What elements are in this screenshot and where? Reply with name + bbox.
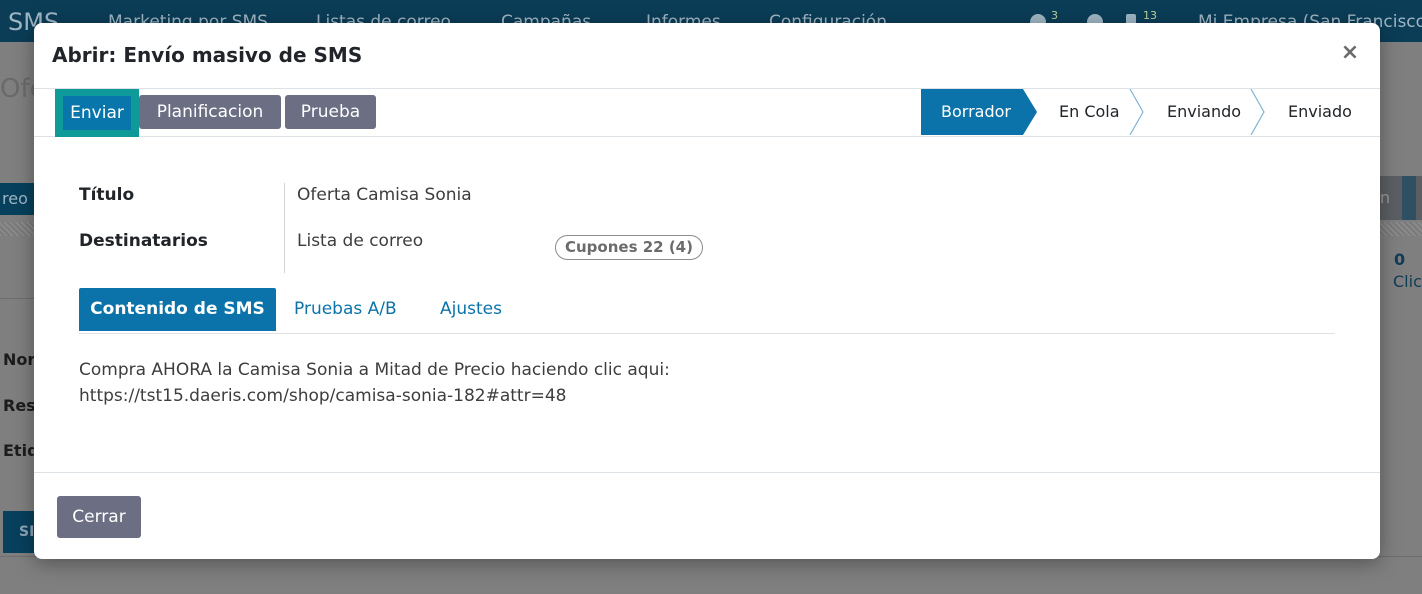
background-field-responsible: Res	[3, 396, 36, 415]
dialog-header: Abrir: Envío masivo de SMS ×	[34, 23, 1380, 89]
background-hatch-right	[1380, 222, 1422, 236]
schedule-button[interactable]: Planificacion	[139, 95, 281, 129]
sms-body-field[interactable]: Compra AHORA la Camisa Sonia a Mitad de …	[79, 357, 1329, 409]
background-stage-separator	[1402, 176, 1416, 220]
background-hatch-left	[0, 222, 34, 236]
stage-separator-chevron	[1250, 89, 1265, 135]
title-field[interactable]: Oferta Camisa Sonia	[297, 185, 472, 205]
activity-badge: 13	[1143, 9, 1157, 22]
background-stat-value: 0	[1394, 250, 1406, 269]
recipients-model-field[interactable]: Lista de correo	[297, 231, 423, 251]
test-button[interactable]: Prueba	[285, 95, 376, 129]
send-button[interactable]: Enviar	[63, 96, 131, 130]
sms-body-link: https://tst15.daeris.com/shop/camisa-son…	[79, 386, 567, 406]
title-label: Título	[79, 185, 135, 205]
dialog-footer: Cerrar	[34, 472, 1380, 559]
dialog-title: Abrir: Envío masivo de SMS	[52, 43, 363, 67]
background-stage-right: n	[1380, 176, 1422, 220]
stage-draft-arrow	[1023, 89, 1037, 135]
stage-separator-chevron	[1129, 89, 1144, 135]
tab-ab-testing[interactable]: Pruebas A/B	[294, 288, 397, 331]
mailing-list-tag[interactable]: Cupones 22 (4)	[555, 235, 703, 260]
mass-sms-dialog: Abrir: Envío masivo de SMS × Enviar Plan…	[34, 23, 1380, 559]
notebook-tabs: Contenido de SMS Pruebas A/B Ajustes	[79, 288, 1335, 334]
stage-queued[interactable]: En Cola	[1059, 89, 1120, 135]
field-divider	[284, 183, 285, 273]
status-bar: Enviar Planificacion Prueba Borrador En …	[34, 89, 1380, 137]
tab-sms-content[interactable]: Contenido de SMS	[79, 288, 276, 331]
chat-badge: 3	[1051, 9, 1058, 22]
stage-sent[interactable]: Enviado	[1288, 89, 1352, 135]
background-stat-label[interactable]: Clic	[1393, 272, 1422, 291]
close-icon[interactable]: ×	[1338, 39, 1362, 67]
background-stage-right-label: n	[1380, 188, 1391, 207]
background-button: SI	[3, 511, 37, 553]
stage-draft[interactable]: Borrador	[921, 89, 1023, 135]
close-button[interactable]: Cerrar	[57, 496, 141, 538]
recipients-label: Destinatarios	[79, 231, 208, 251]
stage-sending[interactable]: Enviando	[1167, 89, 1241, 135]
background-divider	[0, 298, 36, 299]
background-field-name: Nor	[3, 350, 36, 369]
tab-settings[interactable]: Ajustes	[440, 288, 502, 331]
sms-body-line: Compra AHORA la Camisa Sonia a Mitad de …	[79, 360, 670, 380]
background-stage-left: reo (	[0, 183, 36, 215]
